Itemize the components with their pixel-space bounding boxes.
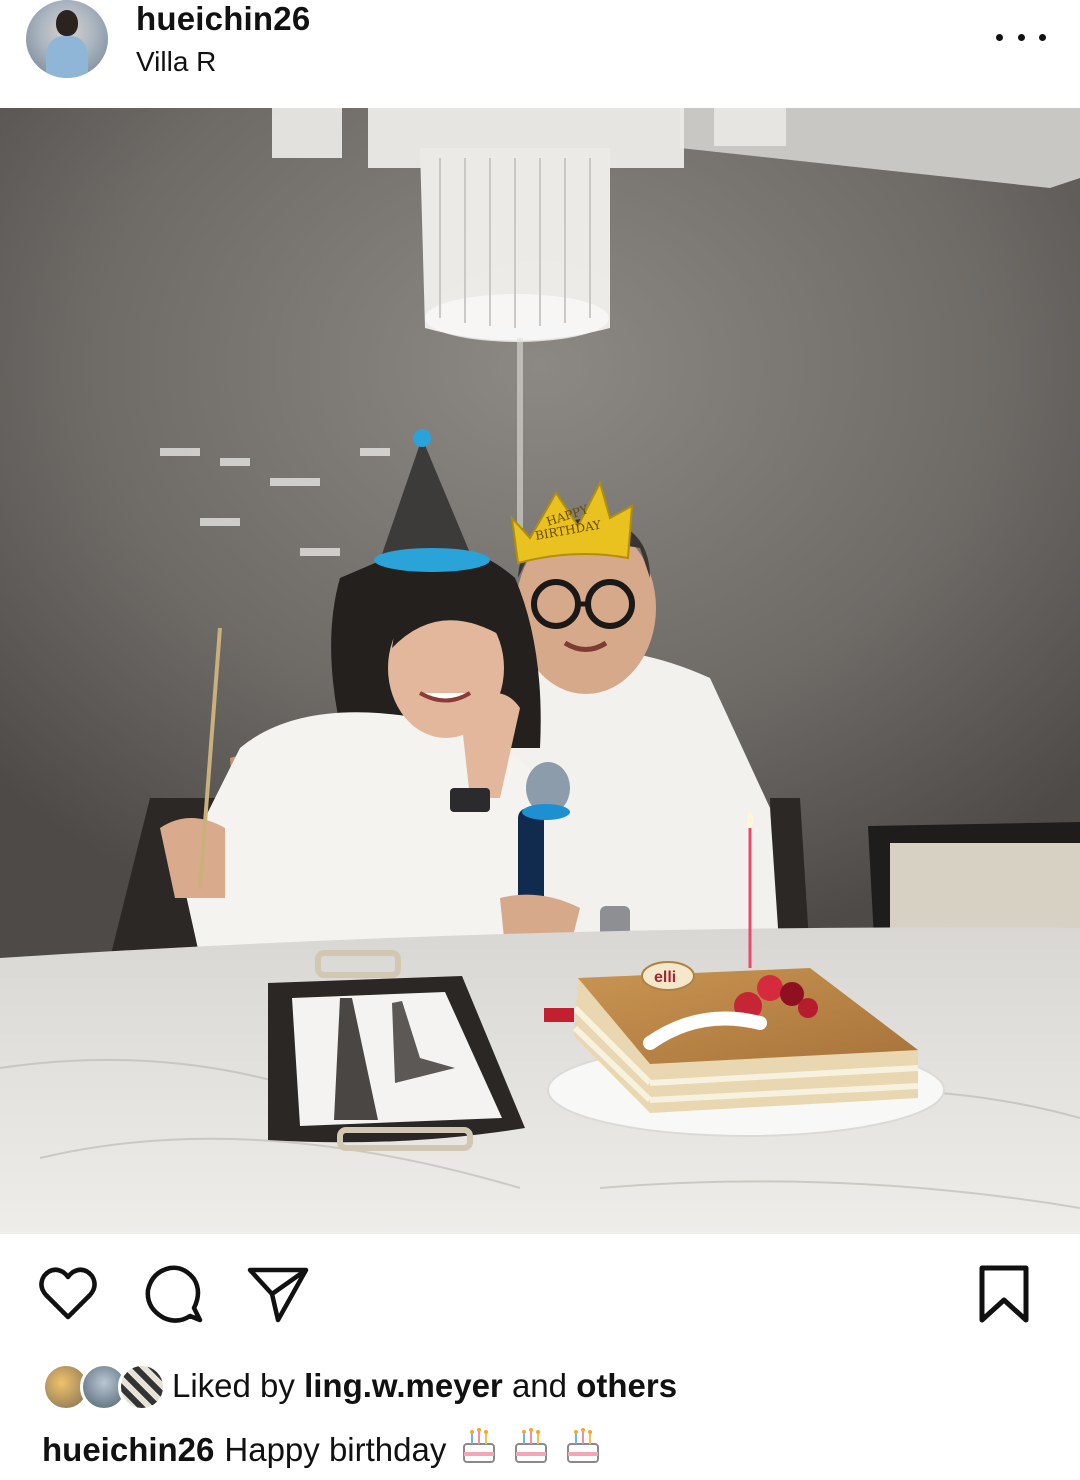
cake-emoji-icon	[512, 1426, 550, 1474]
and-label: and	[511, 1367, 568, 1404]
cake-emoji-icon	[564, 1426, 602, 1474]
photo-illustration: HAPPY BIRTHDAY elli	[0, 108, 1080, 1234]
more-dot	[1017, 33, 1025, 41]
post-photo[interactable]: HAPPY BIRTHDAY elli	[0, 108, 1080, 1234]
more-options-button[interactable]	[996, 22, 1046, 52]
liker-username[interactable]: ling.w.meyer	[304, 1367, 503, 1404]
bookmark-icon[interactable]	[976, 1262, 1032, 1331]
heart-icon[interactable]	[36, 1262, 100, 1331]
liker-avatar	[118, 1363, 166, 1411]
more-dot	[1039, 33, 1046, 41]
post-location[interactable]: Villa R	[136, 46, 216, 78]
others-link[interactable]: others	[576, 1367, 677, 1404]
avatar[interactable]	[26, 0, 108, 78]
likes-text: Liked by ling.w.meyer and others	[172, 1367, 677, 1405]
caption-username[interactable]: hueichin26	[42, 1431, 214, 1469]
caption-text: Happy birthday	[224, 1431, 447, 1468]
comment-icon[interactable]	[142, 1262, 206, 1331]
more-dot	[996, 33, 1003, 41]
post-header: hueichin26 Villa R	[0, 0, 1080, 108]
cake-emoji-icon	[460, 1426, 498, 1474]
instagram-post: hueichin26 Villa R HAPPY BIRTHDAY elli L…	[0, 0, 1080, 1480]
caption: hueichin26 Happy birthday	[42, 1426, 602, 1474]
likes-row: Liked by ling.w.meyer and others	[42, 1360, 1042, 1412]
paper-plane-icon[interactable]	[246, 1262, 310, 1331]
action-bar	[0, 1262, 1080, 1332]
liker-avatars[interactable]	[42, 1363, 166, 1411]
liked-by-label: Liked by	[172, 1367, 295, 1404]
cake-plaque-text: elli	[654, 969, 676, 986]
post-username[interactable]: hueichin26	[136, 0, 310, 38]
